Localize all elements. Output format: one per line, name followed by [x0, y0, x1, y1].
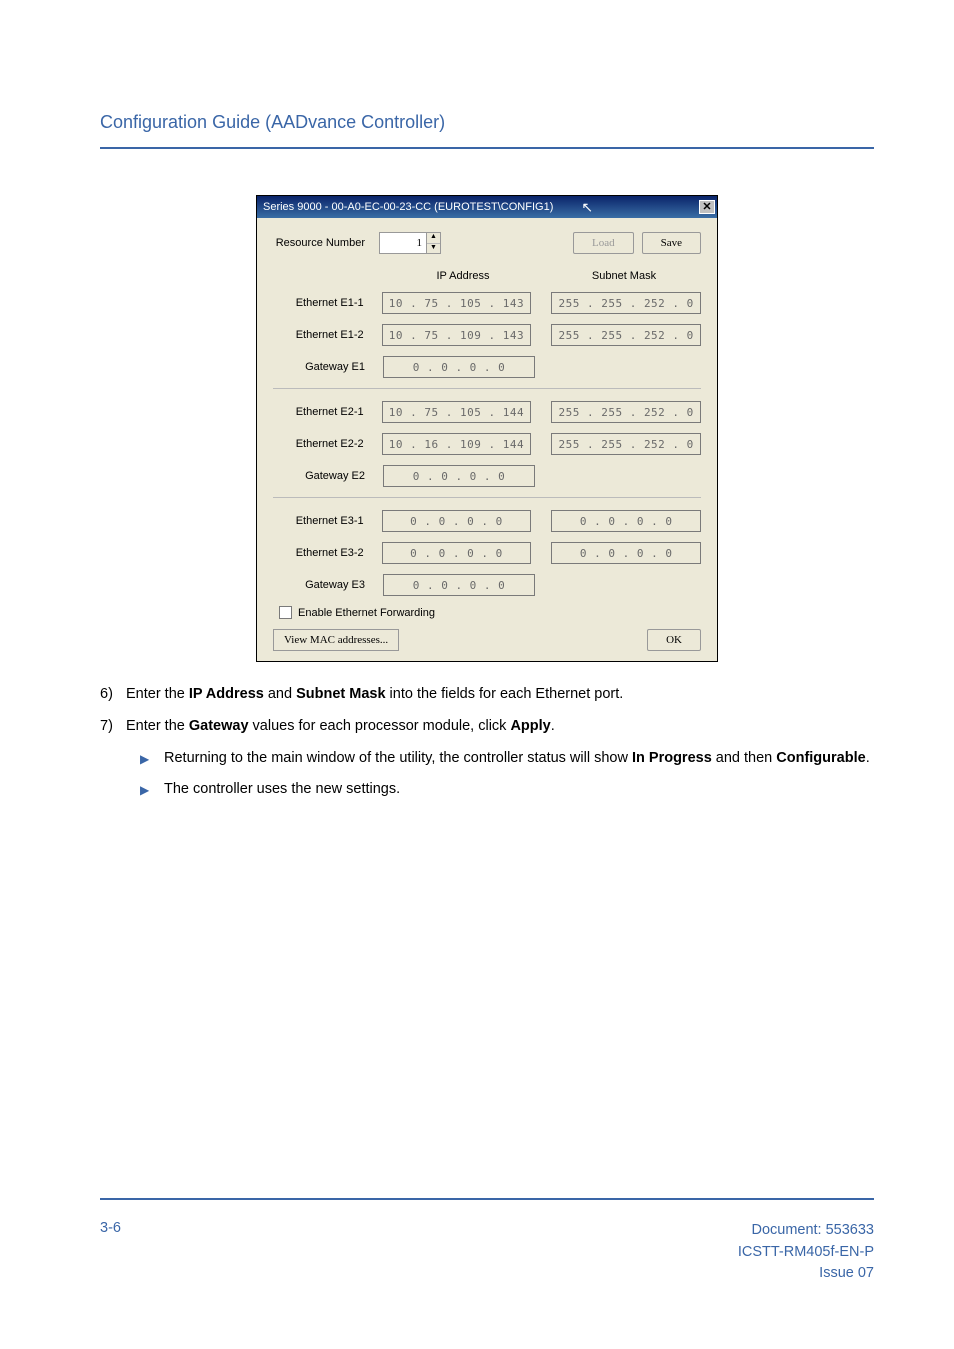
page-footer: 3-6 Document: 553633 ICSTT-RM405f-EN-P I…: [100, 1198, 874, 1285]
eth-e1-2-ip[interactable]: 10 . 75 . 109 . 143: [382, 324, 532, 346]
eth-e2-1-label: Ethernet E2-1: [273, 406, 378, 418]
enable-ethernet-forwarding-label: Enable Ethernet Forwarding: [298, 607, 435, 619]
resource-number-stepper[interactable]: ▲ ▼: [379, 232, 441, 254]
eth-e3-2-ip[interactable]: 0 . 0 . 0 . 0: [382, 542, 532, 564]
eth-e3-1-mask[interactable]: 0 . 0 . 0 . 0: [551, 510, 701, 532]
spin-up-icon[interactable]: ▲: [427, 233, 440, 244]
load-button[interactable]: Load: [573, 232, 634, 254]
resource-number-label: Resource Number: [273, 237, 379, 249]
eth-e2-2-mask[interactable]: 255 . 255 . 252 . 0: [551, 433, 701, 455]
dialog-title: Series 9000 - 00-A0-EC-00-23-CC (EUROTES…: [263, 201, 553, 213]
eth-e1-1-ip[interactable]: 10 . 75 . 105 . 143: [382, 292, 532, 314]
bullet-icon: ▶: [140, 779, 164, 801]
bullet-icon: ▶: [140, 748, 164, 770]
doc-number: Document: 553633: [738, 1220, 874, 1242]
col-ip-address: IP Address: [379, 270, 547, 282]
instruction-text: 6) Enter the IP Address and Subnet Mask …: [100, 684, 874, 801]
divider: [273, 388, 701, 389]
eth-e2-2-label: Ethernet E2-2: [273, 438, 378, 450]
gateway-e1-ip[interactable]: 0 . 0 . 0 . 0: [383, 356, 535, 378]
eth-e3-1-ip[interactable]: 0 . 0 . 0 . 0: [382, 510, 532, 532]
step-7-num: 7): [100, 716, 126, 738]
eth-e1-1-mask[interactable]: 255 . 255 . 252 . 0: [551, 292, 701, 314]
gateway-e3-label: Gateway E3: [273, 579, 379, 591]
doc-code: ICSTT-RM405f-EN-P: [738, 1242, 874, 1264]
dialog-titlebar: Series 9000 - 00-A0-EC-00-23-CC (EUROTES…: [257, 196, 717, 218]
eth-e1-2-label: Ethernet E1-2: [273, 329, 378, 341]
gateway-e2-label: Gateway E2: [273, 470, 379, 482]
enable-ethernet-forwarding-checkbox[interactable]: [279, 606, 292, 619]
eth-e3-1-label: Ethernet E3-1: [273, 515, 378, 527]
eth-e2-1-mask[interactable]: 255 . 255 . 252 . 0: [551, 401, 701, 423]
divider: [273, 497, 701, 498]
resource-number-input[interactable]: [379, 232, 427, 254]
close-icon[interactable]: ✕: [699, 200, 715, 214]
page-title: Configuration Guide (AADvance Controller…: [100, 112, 874, 133]
spin-down-icon[interactable]: ▼: [427, 244, 440, 254]
eth-e1-2-mask[interactable]: 255 . 255 . 252 . 0: [551, 324, 701, 346]
footer-rule: [100, 1198, 874, 1200]
view-mac-addresses-button[interactable]: View MAC addresses...: [273, 629, 399, 651]
eth-e3-2-mask[interactable]: 0 . 0 . 0 . 0: [551, 542, 701, 564]
eth-e2-1-ip[interactable]: 10 . 75 . 105 . 144: [382, 401, 532, 423]
eth-e3-2-label: Ethernet E3-2: [273, 547, 378, 559]
gateway-e3-ip[interactable]: 0 . 0 . 0 . 0: [383, 574, 535, 596]
gateway-e1-label: Gateway E1: [273, 361, 379, 373]
save-button[interactable]: Save: [642, 232, 701, 254]
step-6-num: 6): [100, 684, 126, 706]
cursor-icon: ↖: [581, 199, 593, 216]
eth-e1-1-label: Ethernet E1-1: [273, 297, 378, 309]
eth-e2-2-ip[interactable]: 10 . 16 . 109 . 144: [382, 433, 532, 455]
title-rule: [100, 147, 874, 149]
gateway-e2-ip[interactable]: 0 . 0 . 0 . 0: [383, 465, 535, 487]
config-dialog: Series 9000 - 00-A0-EC-00-23-CC (EUROTES…: [256, 195, 718, 662]
page-number: 3-6: [100, 1220, 121, 1285]
ok-button[interactable]: OK: [647, 629, 701, 651]
doc-issue: Issue 07: [738, 1263, 874, 1285]
col-subnet-mask: Subnet Mask: [547, 270, 701, 282]
